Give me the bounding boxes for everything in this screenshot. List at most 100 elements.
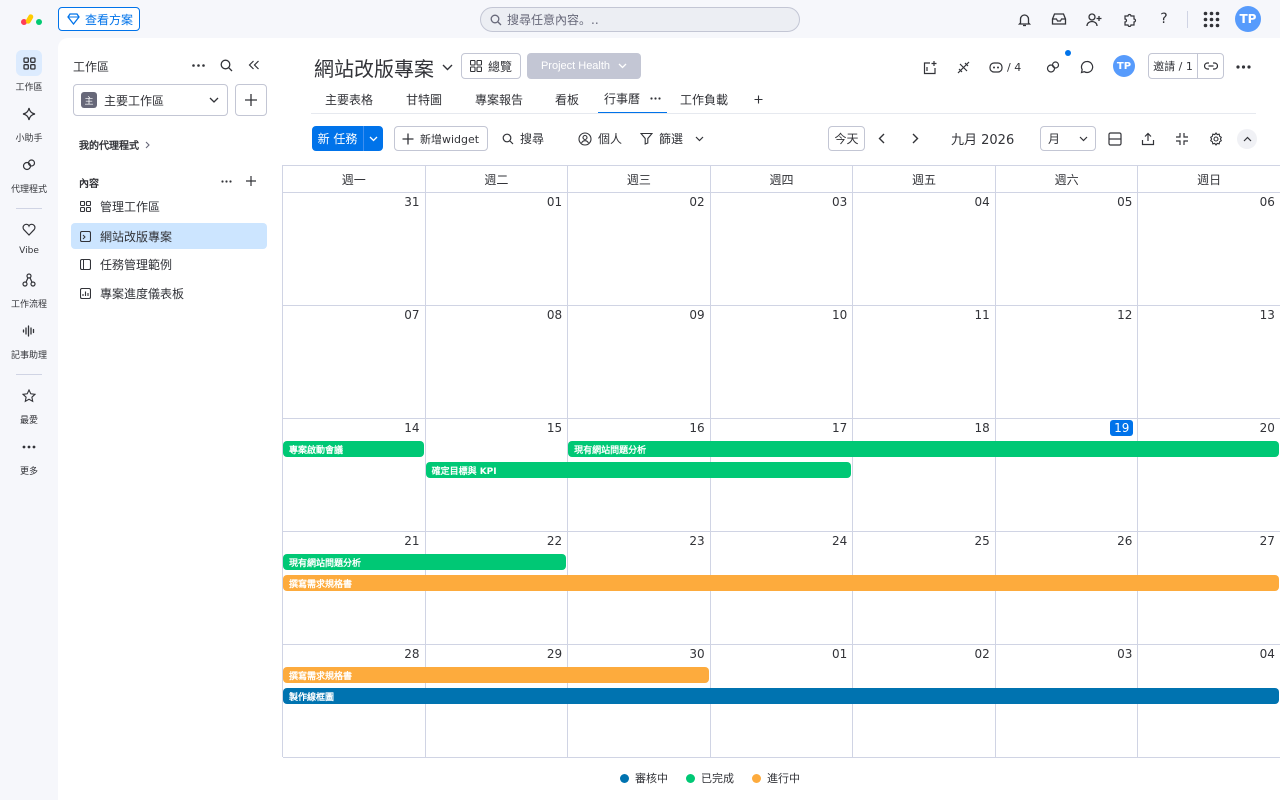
- calendar-day-cell[interactable]: 13: [1138, 306, 1280, 419]
- calendar-day-cell[interactable]: 18: [853, 419, 996, 532]
- sidebar-item-website-redesign[interactable]: 網站改版專案: [71, 223, 267, 249]
- tab-kanban[interactable]: 看板: [546, 84, 588, 114]
- add-view-button[interactable]: [748, 84, 768, 114]
- calendar-day-cell[interactable]: 08: [425, 306, 569, 419]
- plus-icon[interactable]: [242, 172, 260, 190]
- calendar-day-cell[interactable]: 07: [283, 306, 426, 419]
- help-icon[interactable]: ?: [1154, 9, 1174, 29]
- calendar-day-cell[interactable]: 11: [853, 306, 996, 419]
- day-number: 14: [404, 421, 420, 435]
- filter-button[interactable]: 篩選: [640, 126, 704, 151]
- rail-item-vibe[interactable]: Vibe: [0, 216, 58, 256]
- chevron-right-icon: [145, 141, 150, 149]
- updates-chat-icon[interactable]: [1077, 57, 1097, 77]
- collapse-header-button[interactable]: [1237, 129, 1257, 149]
- board-title-button[interactable]: 網站改版專案: [314, 53, 453, 82]
- person-filter-button[interactable]: 個人: [578, 126, 622, 151]
- calendar-day-cell[interactable]: 10: [710, 306, 854, 419]
- calendar-day-cell[interactable]: 03: [710, 193, 854, 306]
- calendar-day-cell[interactable]: 09: [568, 306, 711, 419]
- next-month-button[interactable]: [912, 126, 919, 151]
- app-grid-icon[interactable]: [1201, 9, 1221, 29]
- calendar-event[interactable]: 現有網站問題分析: [283, 554, 567, 570]
- my-agents-link[interactable]: 我的代理程式: [79, 137, 150, 152]
- calendar-day-cell[interactable]: 19: [995, 419, 1139, 532]
- ai-agent-icon[interactable]: [1043, 57, 1063, 77]
- search-button[interactable]: 搜尋: [502, 126, 544, 151]
- see-plans-button[interactable]: 查看方案: [58, 7, 140, 31]
- chevron-down-icon: [209, 97, 227, 103]
- layout-toggle-icon[interactable]: [1108, 126, 1122, 151]
- invite-member-icon[interactable]: [1084, 9, 1104, 29]
- board-member-avatar[interactable]: TP: [1113, 55, 1135, 77]
- automations-icon[interactable]: [953, 57, 973, 77]
- global-search-input[interactable]: 搜尋任意內容。..: [480, 7, 800, 32]
- rail-item-workspace[interactable]: 工作區: [0, 50, 58, 93]
- project-health-button[interactable]: Project Health: [527, 53, 641, 79]
- chevron-down-icon[interactable]: [363, 126, 383, 151]
- calendar-day-cell[interactable]: 31: [283, 193, 426, 306]
- calendar-event[interactable]: 撰寫需求規格書: [283, 575, 1279, 591]
- tab-calendar[interactable]: 行事曆: [598, 84, 667, 114]
- day-number: 18: [974, 421, 990, 435]
- user-avatar[interactable]: TP: [1235, 6, 1261, 32]
- agents-count-button[interactable]: / 4: [988, 57, 1021, 77]
- rail-item-more[interactable]: 更多: [0, 434, 58, 477]
- workspace-selector[interactable]: 主 主要工作區: [73, 84, 228, 116]
- inbox-icon[interactable]: [1049, 9, 1069, 29]
- calendar-event[interactable]: 製作線框圖: [283, 688, 1279, 704]
- calendar-event[interactable]: 現有網站問題分析: [568, 441, 1279, 457]
- calendar-day-cell[interactable]: 12: [995, 306, 1139, 419]
- sidebar-item-task-management[interactable]: 任務管理範例: [71, 251, 267, 277]
- tab-more-icon[interactable]: [650, 96, 661, 100]
- more-options-icon[interactable]: [189, 56, 207, 74]
- settings-gear-icon[interactable]: [1209, 126, 1223, 151]
- calendar-day-cell[interactable]: 04: [853, 193, 996, 306]
- search-icon[interactable]: [217, 56, 235, 74]
- content-section-label: 內容: [79, 179, 99, 190]
- day-number: 17: [831, 421, 848, 435]
- today-button[interactable]: 今天: [828, 126, 865, 151]
- calendar-day-cell[interactable]: 02: [568, 193, 711, 306]
- calendar-day-cell[interactable]: 01: [425, 193, 569, 306]
- calendar-day-cell[interactable]: 20: [1138, 419, 1280, 532]
- apps-puzzle-icon[interactable]: [1119, 9, 1139, 29]
- add-workspace-item-button[interactable]: [235, 84, 267, 116]
- copy-link-icon[interactable]: [1197, 54, 1223, 78]
- calendar-event[interactable]: 確定目標與 KPI: [425, 462, 852, 478]
- rail-item-favorites[interactable]: 最愛: [0, 383, 58, 426]
- calendar-day-cell[interactable]: 14: [283, 419, 426, 532]
- monday-logo[interactable]: [19, 10, 45, 28]
- calendar-day-cell[interactable]: 05: [995, 193, 1139, 306]
- calendar-event[interactable]: 專案啟動會議: [283, 441, 424, 457]
- sidebar-item-progress-dashboard[interactable]: 專案進度儀表板: [71, 280, 267, 306]
- add-widget-button[interactable]: 新增widget: [394, 126, 488, 151]
- sidebar-item-manage-workspace[interactable]: 管理工作區: [71, 193, 267, 219]
- more-options-icon[interactable]: [1233, 57, 1253, 77]
- rail-item-notetaker[interactable]: 記事助理: [0, 318, 58, 361]
- collapse-view-icon[interactable]: [1175, 126, 1189, 151]
- tab-main-table[interactable]: 主要表格: [316, 84, 382, 114]
- workspace-grid-icon: [16, 50, 42, 76]
- overview-button[interactable]: 總覽: [461, 53, 521, 79]
- integrations-icon[interactable]: [920, 57, 940, 77]
- tab-gantt[interactable]: 甘特圖: [397, 84, 451, 114]
- tab-project-report[interactable]: 專案報告: [466, 84, 532, 114]
- legend-color-dot: [686, 773, 695, 783]
- view-mode-select[interactable]: 月: [1040, 126, 1096, 151]
- rail-item-agents[interactable]: 代理程式: [0, 152, 58, 195]
- invite-button[interactable]: 邀請 / 1: [1148, 53, 1224, 79]
- rail-item-assistant[interactable]: 小助手: [0, 101, 58, 144]
- previous-month-button[interactable]: [878, 126, 885, 151]
- weekday-label: 週四: [710, 166, 854, 193]
- calendar-day-cell[interactable]: 06: [1138, 193, 1280, 306]
- page-title: 網站改版專案: [314, 57, 434, 81]
- new-task-button[interactable]: 新 任務: [312, 126, 383, 151]
- more-options-icon[interactable]: [217, 172, 235, 190]
- tab-workload[interactable]: 工作負載: [676, 84, 732, 114]
- rail-item-workflow[interactable]: 工作流程: [0, 267, 58, 310]
- export-icon[interactable]: [1141, 126, 1155, 151]
- collapse-sidebar-icon[interactable]: [245, 56, 263, 74]
- bell-icon[interactable]: [1014, 9, 1034, 29]
- calendar-event[interactable]: 撰寫需求規格書: [283, 667, 709, 683]
